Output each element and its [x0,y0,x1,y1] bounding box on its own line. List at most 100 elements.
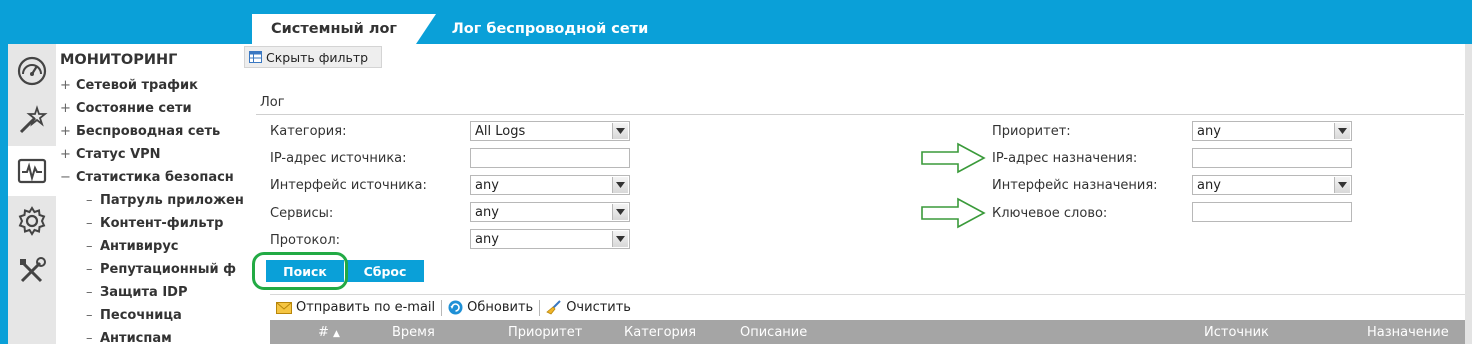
column-header-priority[interactable]: Приоритет [508,325,582,340]
dst-interface-value: any [1197,177,1221,193]
sidebar-subitem-app-patrol[interactable]: – Патруль приложен [86,193,244,208]
clear-button[interactable]: Очистить [546,300,631,315]
services-value: any [475,204,499,220]
reset-button[interactable]: Сброс [346,260,424,282]
sidebar-subitem-content-filter[interactable]: – Контент-фильтр [86,216,223,231]
clear-label: Очистить [566,300,631,315]
dst-interface-select[interactable]: any [1192,175,1352,195]
chevron-down-icon [612,177,628,193]
nav-monitor[interactable] [8,146,56,196]
tree-dash: – [86,216,93,231]
src-ip-input[interactable] [470,148,630,168]
column-header-destination[interactable]: Назначение [1367,325,1449,340]
protocol-select[interactable]: any [470,229,630,249]
refresh-icon [448,300,463,315]
table-icon [249,51,262,63]
sidebar-subitem-antivirus[interactable]: – Антивирус [86,239,179,254]
log-table-header: # ▲ Время Приоритет Категория Описание И… [270,320,1465,344]
gear-icon [18,206,46,236]
chevron-down-icon [612,123,628,139]
services-label: Сервисы: [270,206,334,221]
sidebar-item-wireless[interactable]: + Беспроводная сеть [60,124,220,139]
column-header-description[interactable]: Описание [740,325,807,340]
sidebar-subitem-sandbox[interactable]: – Песочница [86,308,182,323]
toolbar-separator [441,299,443,316]
sidebar-subitem-label: Песочница [100,308,182,323]
sidebar-item-security-stats[interactable]: − Статистика безопасн [60,170,234,185]
expand-icon: + [60,78,71,93]
pulse-monitor-icon [17,158,47,184]
sidebar-item-vpn-status[interactable]: + Статус VPN [60,147,161,162]
chevron-down-icon [612,231,628,247]
dst-interface-label: Интерфейс назначения: [992,178,1158,193]
column-label: # [318,325,329,340]
src-interface-value: any [475,177,499,193]
sidebar-heading: МОНИТОРИНГ [60,52,178,68]
tree-dash: – [86,193,93,208]
log-section-title: Лог [260,95,285,110]
tab-shape [416,14,436,44]
sidebar-item-network-status[interactable]: + Состояние сети [60,101,192,116]
expand-icon: + [60,147,71,162]
sidebar-subitem-label: Патруль приложен [100,193,244,208]
sidebar-subitem-label: Репутационный ф [100,262,237,277]
protocol-value: any [475,231,499,247]
collapse-icon: − [60,170,71,185]
tab-system-log[interactable]: Системный лог [252,14,416,44]
refresh-button[interactable]: Обновить [448,300,533,315]
sort-asc-icon: ▲ [333,329,340,339]
sidebar-subitem-idp[interactable]: – Защита IDP [86,285,187,300]
envelope-icon [276,301,292,314]
chevron-down-icon [1334,123,1350,139]
sidebar-item-traffic[interactable]: + Сетевой трафик [60,78,198,93]
priority-label: Приоритет: [992,124,1071,139]
keyword-input[interactable] [1192,202,1352,222]
broom-icon [546,300,561,315]
services-select[interactable]: any [470,202,630,222]
category-select[interactable]: All Logs [470,121,630,141]
expand-icon: + [60,124,71,139]
annotation-arrow-icon [921,142,986,174]
scrollbar[interactable] [1465,44,1472,344]
sidebar-item-label: Сетевой трафик [76,78,198,93]
sidebar-item-label: Состояние сети [76,101,192,116]
nav-wizard[interactable] [8,96,56,146]
protocol-label: Протокол: [270,233,341,248]
sidebar-item-label: Статистика безопасн [76,170,234,185]
hide-filter-label: Скрыть фильтр [266,49,369,65]
sidebar-subitem-reputation[interactable]: – Репутационный ф [86,262,236,277]
tree-dash: – [86,239,93,254]
column-header-number[interactable]: # ▲ [318,325,340,340]
expand-icon: + [60,101,71,116]
priority-select[interactable]: any [1192,121,1352,141]
chevron-down-icon [612,204,628,220]
priority-value: any [1197,123,1221,139]
gauge-icon [17,56,47,86]
tools-icon [20,257,46,283]
nav-maintenance[interactable] [8,246,56,296]
section-divider [256,114,1464,115]
sidebar-subitem-label: Контент-фильтр [100,216,224,231]
chevron-down-icon [1334,177,1350,193]
column-header-source[interactable]: Источник [1204,325,1269,340]
column-header-time[interactable]: Время [392,325,435,340]
src-interface-select[interactable]: any [470,175,630,195]
sidebar-item-label: Статус VPN [76,147,161,162]
log-toolbar: Отправить по e-mail Обновить Очистить [270,294,1465,320]
column-header-category[interactable]: Категория [624,325,696,340]
src-interface-label: Интерфейс источника: [270,178,427,193]
dst-ip-input[interactable] [1192,148,1352,168]
sidebar-item-label: Беспроводная сеть [76,124,221,139]
nav-configuration[interactable] [8,196,56,246]
tree-dash: – [86,285,93,300]
nav-dashboard[interactable] [8,46,56,96]
email-button[interactable]: Отправить по e-mail [276,300,435,315]
toolbar-separator [539,299,541,316]
annotation-arrow-icon [921,197,986,229]
tab-wireless-log[interactable]: Лог беспроводной сети [440,14,660,44]
dst-ip-label: IP-адрес назначения: [992,151,1138,166]
tree-dash: – [86,262,93,277]
tree-dash: – [86,308,93,323]
sidebar-subitem-label: Защита IDP [100,285,188,300]
hide-filter-button[interactable]: Скрыть фильтр [244,46,382,68]
